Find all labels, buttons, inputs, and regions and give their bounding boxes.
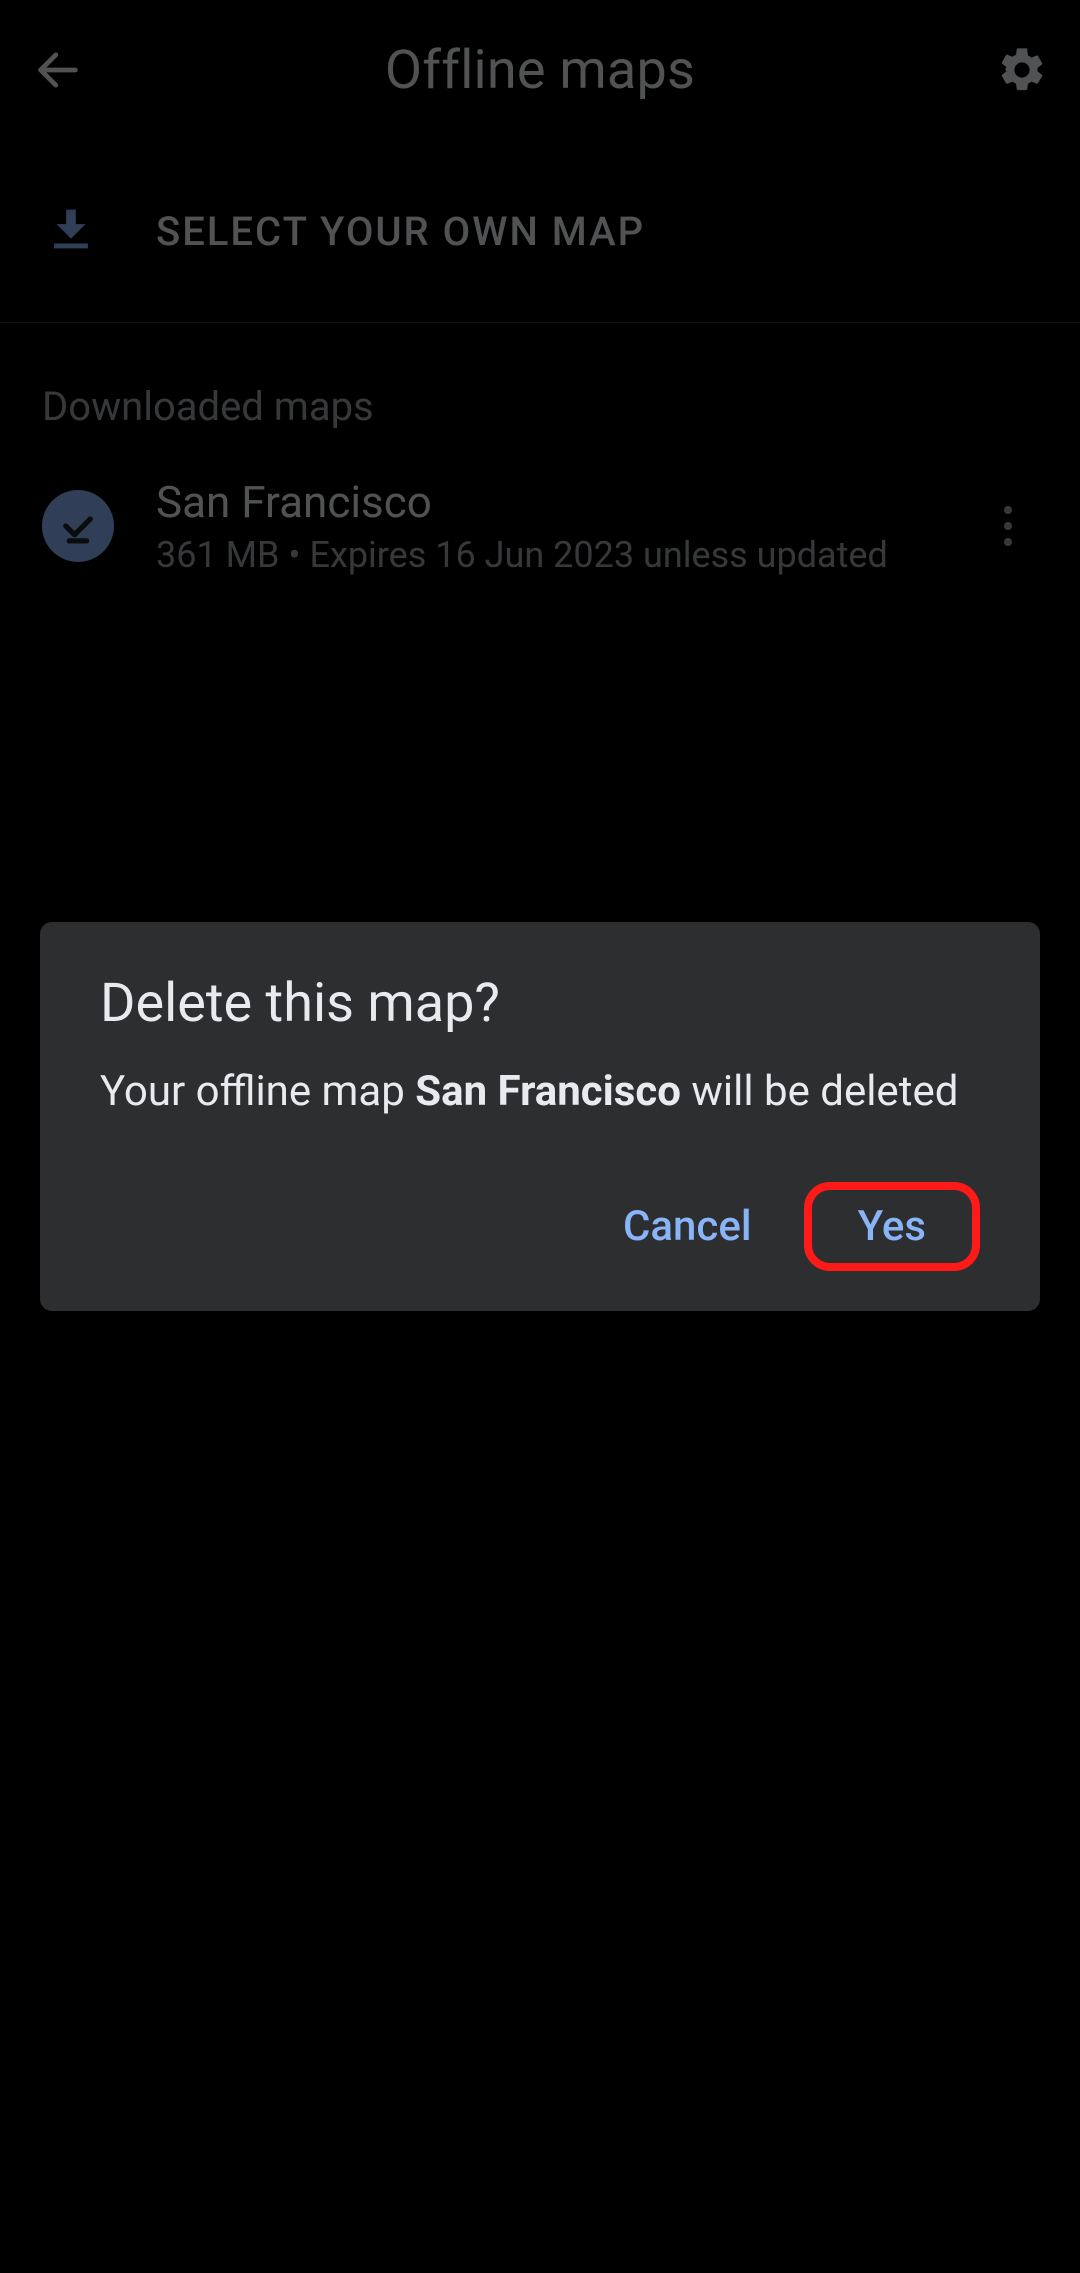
settings-gear-icon[interactable]: [992, 40, 1052, 100]
map-item-subtitle: 361 MB • Expires 16 Jun 2023 unless upda…: [156, 534, 936, 576]
dialog-title: Delete this map?: [100, 972, 980, 1035]
dialog-actions: Cancel Yes: [100, 1182, 980, 1271]
yes-button[interactable]: Yes: [804, 1182, 980, 1271]
map-item-name: San Francisco: [156, 476, 936, 528]
checkmark-circle-icon: [42, 490, 114, 562]
dialog-message-map-name: San Francisco: [415, 1067, 681, 1116]
page-title: Offline maps: [88, 39, 992, 102]
dialog-message-prefix: Your offline map: [100, 1067, 415, 1116]
downloaded-map-item[interactable]: San Francisco 361 MB • Expires 16 Jun 20…: [0, 452, 1080, 600]
map-item-text: San Francisco 361 MB • Expires 16 Jun 20…: [156, 476, 936, 576]
dialog-message: Your offline map San Francisco will be d…: [100, 1065, 980, 1120]
select-your-own-map-row[interactable]: SELECT YOUR OWN MAP: [0, 140, 1080, 323]
dialog-message-suffix: will be deleted: [681, 1067, 958, 1116]
download-icon: [42, 200, 100, 262]
back-arrow-icon[interactable]: [28, 40, 88, 100]
select-your-own-map-label: SELECT YOUR OWN MAP: [156, 208, 645, 255]
cancel-button[interactable]: Cancel: [593, 1184, 782, 1269]
downloaded-maps-header: Downloaded maps: [0, 323, 1080, 452]
delete-map-dialog: Delete this map? Your offline map San Fr…: [40, 922, 1040, 1311]
top-app-bar: Offline maps: [0, 0, 1080, 140]
overflow-menu-icon[interactable]: [978, 496, 1038, 556]
